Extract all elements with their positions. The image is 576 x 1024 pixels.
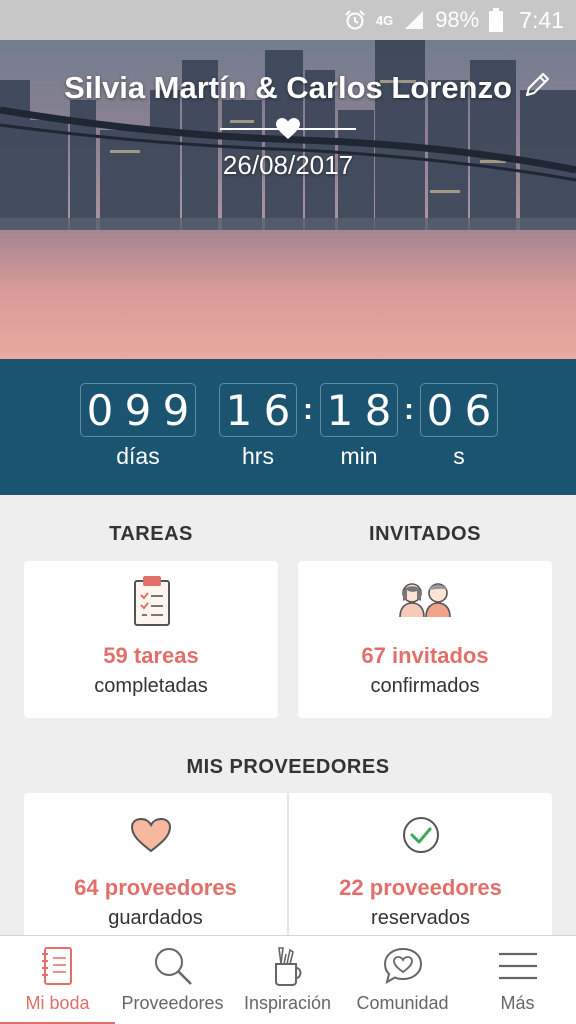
guests-count: 67 invitados (361, 643, 489, 668)
providers-card: 64 proveedores guardados 22 proveedores … (24, 793, 552, 953)
nav-item-inspiracion[interactable]: Inspiración (230, 936, 345, 1024)
network-type: 4G (375, 12, 394, 28)
heart-bubble-icon (383, 947, 422, 985)
saved-providers-panel[interactable]: 64 proveedores guardados (24, 793, 287, 953)
days-label: días (116, 443, 160, 469)
signal-icon (405, 11, 424, 29)
minutes-digit: 1 (326, 385, 354, 435)
wedding-date: 26/08/2017 (222, 150, 354, 180)
tasks-sub: completadas (94, 675, 208, 697)
booked-providers-panel[interactable]: 22 proveedores reservados (289, 793, 552, 953)
nav-item-mas[interactable]: Más (460, 936, 575, 1024)
nav-label: Más (500, 993, 535, 1013)
alarm-icon (345, 10, 365, 30)
tasks-card[interactable]: 59 tareas completadas (24, 561, 278, 718)
hours-counter: 1 6 (219, 383, 297, 437)
time-separator: : (303, 393, 313, 426)
battery-icon (489, 8, 504, 32)
guests-title: INVITADOS (369, 523, 481, 545)
clipboard-checklist-icon (134, 576, 170, 626)
saved-providers-sub: guardados (108, 907, 203, 929)
booked-providers-count: 22 proveedores (339, 875, 502, 900)
countdown-panel: 0 9 9 1 6 : 1 8 : 0 6 días hrs min s (0, 359, 576, 495)
saved-providers-count: 64 proveedores (74, 875, 237, 900)
minutes-digit: 8 (364, 385, 392, 435)
nav-label: Comunidad (356, 993, 449, 1013)
check-circle-icon (403, 817, 439, 853)
nav-item-proveedores[interactable]: Proveedores (115, 936, 230, 1024)
menu-icon (498, 952, 537, 980)
nav-label: Proveedores (121, 993, 224, 1013)
hours-digit: 1 (225, 385, 253, 435)
hours-digit: 6 (263, 385, 291, 435)
nav-item-mi-boda[interactable]: Mi boda (0, 936, 115, 1024)
seconds-digit: 0 (426, 385, 454, 435)
seconds-digit: 6 (464, 385, 492, 435)
hero-banner: Silvia Martín & Carlos Lorenzo 26/08/201… (0, 40, 576, 359)
pencil-cup-icon (274, 947, 301, 986)
couple-guests-icon (399, 583, 451, 618)
providers-title: MIS PROVEEDORES (186, 756, 390, 778)
days-counter: 0 9 9 (80, 383, 196, 437)
hero-overlay: Silvia Martín & Carlos Lorenzo 26/08/201… (0, 40, 576, 359)
days-digit: 0 (86, 385, 114, 435)
time-separator: : (404, 393, 414, 426)
guests-sub: confirmados (370, 675, 480, 697)
edit-pencil-icon[interactable] (522, 70, 552, 100)
bottom-navigation: Mi boda Proveedores Inspiración Comunida… (0, 935, 576, 1024)
seconds-label: s (453, 443, 465, 469)
heart-outline-icon (130, 817, 172, 853)
minutes-label: min (340, 443, 378, 469)
hours-label: hrs (242, 443, 274, 469)
booked-providers-sub: reservados (371, 907, 470, 929)
search-icon (154, 948, 192, 985)
tasks-count: 59 tareas (103, 643, 199, 668)
status-bar: 4G 98% 7:41 (0, 0, 576, 40)
heart-icon (276, 118, 300, 139)
seconds-counter: 0 6 (420, 383, 498, 437)
notebook-icon (41, 947, 72, 985)
clock: 7:41 (519, 6, 564, 33)
nav-label: Inspiración (243, 993, 332, 1013)
guests-card[interactable]: 67 invitados confirmados (298, 561, 552, 718)
nav-item-comunidad[interactable]: Comunidad (345, 936, 460, 1024)
couple-names: Silvia Martín & Carlos Lorenzo (64, 70, 512, 105)
days-digit: 9 (124, 385, 152, 435)
days-digit: 9 (162, 385, 190, 435)
nav-label: Mi boda (25, 993, 90, 1013)
minutes-counter: 1 8 (320, 383, 398, 437)
battery-percent: 98% (435, 7, 480, 32)
tasks-title: TAREAS (109, 523, 193, 545)
